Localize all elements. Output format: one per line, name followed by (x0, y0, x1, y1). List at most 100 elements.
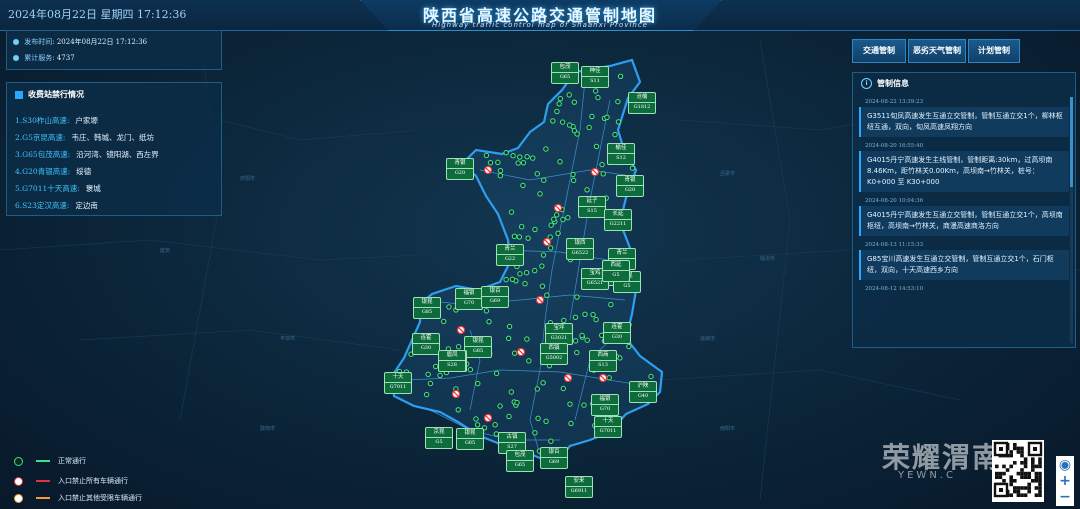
toll-item[interactable]: 4.G20青银高速: 绥德 (15, 166, 91, 177)
ban-all-marker[interactable] (563, 373, 573, 383)
toll-station-dot[interactable] (503, 150, 509, 156)
toll-station-dot[interactable] (586, 124, 592, 131)
toll-station-dot[interactable] (525, 235, 531, 241)
toll-station-dot[interactable] (510, 153, 516, 159)
highway-label[interactable]: 福银 G70 (455, 288, 483, 310)
scroll-thumb[interactable] (1070, 97, 1073, 187)
ban-all-marker[interactable] (516, 347, 526, 357)
toll-station-dot[interactable] (487, 160, 494, 166)
toll-station-dot[interactable] (423, 391, 430, 398)
control-list[interactable]: 2024-08-22 13:39:23 G3511旬凤高速发生互通立交管制，管制… (859, 97, 1069, 343)
toll-station-dot[interactable] (522, 281, 528, 287)
toll-station-dot[interactable] (511, 233, 518, 240)
highway-label[interactable]: 银西 G6522 (566, 238, 594, 260)
ban-all-marker[interactable] (542, 237, 552, 247)
highway-label[interactable]: 银百 G69 (481, 286, 509, 308)
toll-station-dot[interactable] (517, 271, 523, 277)
tab-traffic-control[interactable]: 交通管制 (852, 39, 906, 63)
toll-station-dot[interactable] (517, 154, 523, 160)
ban-all-marker[interactable] (483, 413, 493, 423)
toll-station-dot[interactable] (532, 267, 538, 274)
toll-station-dot[interactable] (520, 160, 527, 166)
toll-station-dot[interactable] (599, 161, 605, 168)
toll-station-dot[interactable] (604, 114, 610, 121)
ban-all-marker[interactable] (456, 325, 466, 335)
toll-station-dot[interactable] (493, 370, 500, 377)
highway-label[interactable]: 十天 G7011 (594, 416, 622, 438)
toll-item[interactable]: 3.G65包茂高速: 沿河湾、镜阳湖、西左界 (15, 149, 159, 160)
highway-label[interactable]: 青银 G20 (446, 158, 474, 180)
highway-label[interactable]: 银昆 G85 (413, 297, 441, 319)
toll-item[interactable]: 6.S23定汉高速: 定边南 (15, 200, 98, 211)
toll-station-dot[interactable] (526, 358, 532, 364)
toll-station-dot[interactable] (543, 146, 549, 152)
highway-label[interactable]: 包茂 G65 (506, 450, 534, 472)
toll-station-dot[interactable] (608, 301, 614, 308)
ban-all-marker[interactable] (535, 295, 545, 305)
toll-item[interactable]: 1.S30柞山高速: 户家塬 (15, 115, 98, 126)
toll-station-dot[interactable] (534, 171, 540, 177)
toll-station-dot[interactable] (425, 371, 431, 378)
toll-station-dot[interactable] (584, 337, 590, 343)
toll-station-dot[interactable] (589, 113, 595, 120)
toll-station-dot[interactable] (548, 222, 554, 228)
toll-station-dot[interactable] (539, 263, 545, 269)
toll-station-dot[interactable] (475, 380, 481, 387)
tab-bad-weather-control[interactable]: 恶劣天气管制 (908, 39, 966, 63)
toll-station-dot[interactable] (483, 308, 490, 314)
toll-station-dot[interactable] (557, 159, 563, 165)
toll-station-dot[interactable] (514, 399, 520, 406)
toll-station-dot[interactable] (595, 94, 601, 101)
toll-station-dot[interactable] (551, 216, 557, 222)
highway-label[interactable]: 榆佳 S12 (607, 143, 635, 165)
ban-all-marker[interactable] (451, 389, 461, 399)
toll-station-dot[interactable] (473, 416, 479, 422)
toll-item[interactable]: 2.G5京昆高速: 韦庄、韩城、龙门、纸坊 (15, 132, 154, 143)
highway-label[interactable]: 西延 G5 (602, 260, 630, 282)
toll-station-dot[interactable] (543, 418, 549, 425)
toll-station-dot[interactable] (626, 343, 632, 350)
toll-station-dot[interactable] (568, 420, 574, 427)
highway-label[interactable]: 西镇 G5002 (540, 343, 568, 365)
toll-station-dot[interactable] (534, 386, 541, 392)
toll-station-dot[interactable] (437, 372, 443, 379)
control-item[interactable]: 2024-08-20 10:04:36 G4015丹宁高速发生互通立交管制，管制… (859, 196, 1069, 236)
toll-station-dot[interactable] (579, 332, 585, 339)
toll-station-dot[interactable] (427, 380, 434, 387)
toll-station-dot[interactable] (441, 318, 447, 325)
toll-station-dot[interactable] (582, 311, 588, 317)
toll-station-dot[interactable] (570, 177, 577, 184)
control-item[interactable]: 2024-08-12 14:53:10 (859, 284, 1069, 294)
toll-station-dot[interactable] (515, 160, 521, 166)
toll-station-dot[interactable] (559, 119, 566, 125)
highway-label[interactable]: 连霍 G30 (412, 333, 440, 355)
highway-label[interactable]: 神佳 S11 (581, 66, 609, 88)
ban-all-marker[interactable] (590, 167, 600, 177)
toll-station-dot[interactable] (446, 304, 452, 310)
toll-station-dot[interactable] (532, 226, 538, 233)
toll-station-dot[interactable] (455, 344, 462, 350)
highway-label[interactable]: 安来 G6911 (565, 476, 593, 498)
ban-all-marker[interactable] (483, 165, 493, 175)
toll-station-dot[interactable] (518, 224, 525, 230)
toll-station-dot[interactable] (547, 245, 554, 251)
toll-station-dot[interactable] (455, 407, 461, 413)
control-scrollbar[interactable] (1070, 97, 1073, 343)
toll-station-dot[interactable] (561, 317, 567, 324)
toll-station-dot[interactable] (560, 216, 566, 223)
toll-station-dot[interactable] (497, 172, 504, 179)
toll-station-dot[interactable] (503, 276, 509, 283)
toll-station-dot[interactable] (520, 182, 526, 189)
toll-station-dot[interactable] (557, 95, 564, 102)
toll-station-dot[interactable] (581, 402, 587, 408)
toll-station-dot[interactable] (541, 177, 547, 183)
highway-label[interactable]: 青银 G20 (616, 175, 644, 197)
toll-station-dot[interactable] (516, 234, 523, 240)
toll-station-dot[interactable] (530, 155, 536, 161)
toll-station-dot[interactable] (497, 403, 503, 409)
toll-station-dot[interactable] (555, 230, 561, 236)
control-item[interactable]: 2024-08-22 13:39:23 G3511旬凤高速发生互通立交管制，管制… (859, 97, 1069, 137)
toll-station-dot[interactable] (540, 380, 546, 386)
toll-station-dot[interactable] (483, 152, 490, 159)
highway-label[interactable]: 银昆 G85 (464, 336, 492, 358)
